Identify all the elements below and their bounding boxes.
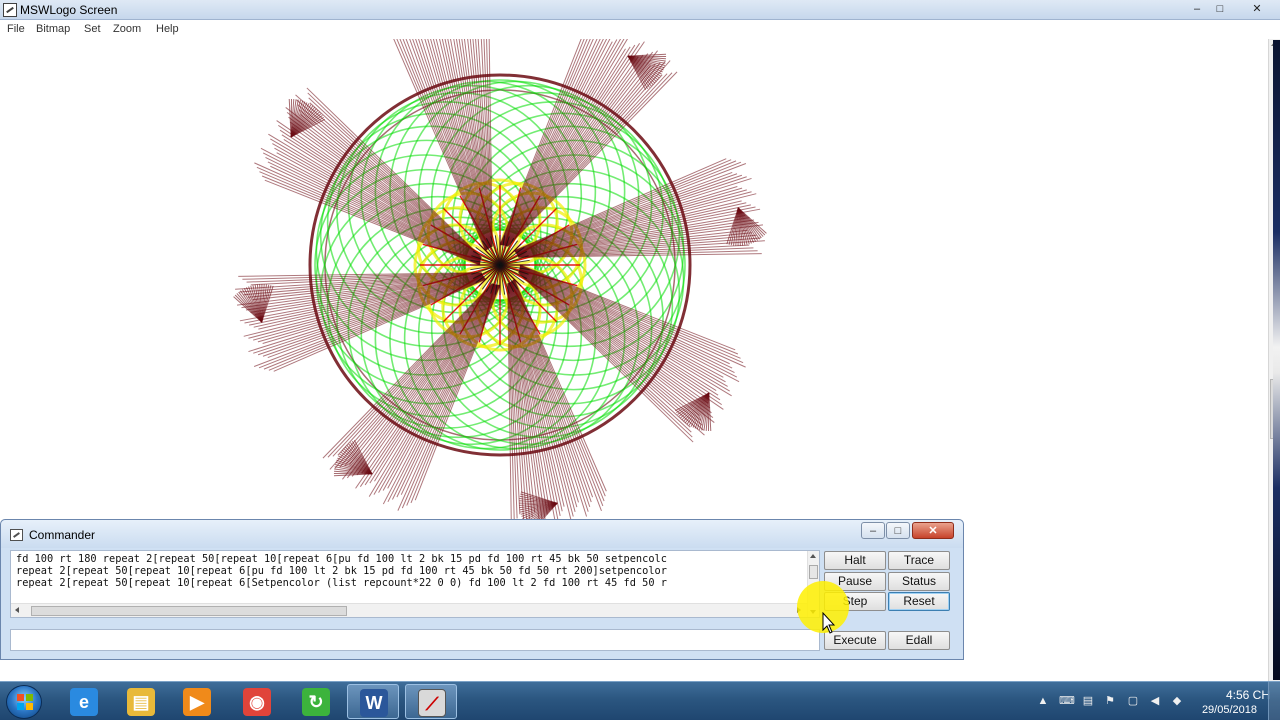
- scroll-thumb[interactable]: [31, 606, 347, 616]
- command-history-list[interactable]: fd 100 rt 180 repeat 2[repeat 50[repeat …: [10, 550, 820, 618]
- internet-explorer-icon: e: [70, 688, 98, 716]
- history-line[interactable]: repeat 2[repeat 50[repeat 10[repeat 6[pu…: [16, 565, 667, 577]
- commander-minimize-button[interactable]: –: [861, 522, 885, 539]
- turtle-stroke: [518, 270, 702, 421]
- scroll-up-arrow-icon[interactable]: [810, 554, 816, 558]
- history-line[interactable]: fd 100 rt 180 repeat 2[repeat 50[repeat …: [16, 553, 667, 565]
- close-button[interactable]: ✕: [1246, 1, 1268, 17]
- commander-titlebar: Commander – □ ✕: [1, 520, 963, 548]
- taskbar-green-app-button[interactable]: ↻: [290, 684, 342, 719]
- spirograph-drawing: [233, 39, 767, 532]
- taskbar: e ▤ ▶ ◉ ↻ W ⟋ ▲ ⌨ ▤ ⚑ ▢ ◀ ◆ 4:56 CH 29/05/2018: [0, 681, 1280, 720]
- menu-bitmap[interactable]: Bitmap: [36, 23, 70, 35]
- green-app-icon: ↻: [302, 688, 330, 716]
- clock-time[interactable]: 4:56 CH: [1190, 688, 1270, 702]
- turtle-stroke: [344, 283, 495, 467]
- volume-icon[interactable]: ◀: [1148, 694, 1162, 708]
- menubar: File Bitmap Set Zoom Help: [0, 20, 1280, 39]
- command-input[interactable]: [10, 629, 820, 651]
- windows-logo-icon: [17, 694, 33, 710]
- minimize-button[interactable]: –: [1186, 1, 1208, 17]
- halt-button[interactable]: Halt: [824, 551, 886, 570]
- taskbar-internet-explorer-button[interactable]: e: [58, 684, 110, 719]
- taskbar-file-explorer-button[interactable]: ▤: [115, 684, 167, 719]
- scroll-left-arrow-icon[interactable]: [15, 607, 19, 613]
- commander-title: Commander: [29, 528, 96, 542]
- commander-maximize-button[interactable]: □: [886, 522, 910, 539]
- taskbar-media-player-button[interactable]: ▶: [171, 684, 223, 719]
- notes-icon[interactable]: ▤: [1081, 694, 1095, 708]
- show-desktop-button[interactable]: [1268, 682, 1280, 720]
- menu-help[interactable]: Help: [156, 23, 179, 35]
- history-line[interactable]: repeat 2[repeat 50[repeat 10[repeat 6[Se…: [16, 577, 667, 589]
- screen: MSWLogo Screen – □ ✕ File Bitmap Set Zoo…: [0, 0, 1280, 720]
- scroll-thumb[interactable]: [809, 565, 818, 579]
- edall-button[interactable]: Edall: [888, 631, 950, 650]
- taskbar-word-button[interactable]: W: [347, 684, 399, 719]
- menu-zoom[interactable]: Zoom: [113, 23, 141, 35]
- turtle-stroke: [298, 109, 482, 260]
- network-icon[interactable]: ▲: [1036, 694, 1050, 708]
- start-button[interactable]: [6, 685, 42, 719]
- window-title: MSWLogo Screen: [20, 3, 118, 17]
- file-explorer-icon: ▤: [127, 688, 155, 716]
- clock-date[interactable]: 29/05/2018: [1180, 704, 1257, 716]
- media-player-icon: ▶: [183, 688, 211, 716]
- status-button[interactable]: Status: [888, 572, 950, 591]
- trace-button[interactable]: Trace: [888, 551, 950, 570]
- maximize-button[interactable]: □: [1209, 1, 1231, 17]
- window-titlebar: MSWLogo Screen – □ ✕: [0, 0, 1280, 20]
- mswlogo-icon: ⟋: [418, 689, 446, 717]
- commander-app-icon: [10, 529, 23, 541]
- turtle-stroke: [505, 63, 656, 247]
- mouse-cursor-icon: [822, 612, 836, 634]
- taskbar-chrome-button[interactable]: ◉: [231, 684, 283, 719]
- keyboard-icon[interactable]: ⌨: [1059, 694, 1075, 708]
- flag-icon[interactable]: ⚑: [1103, 694, 1117, 708]
- taskbar-mswlogo-button[interactable]: ⟋: [405, 684, 457, 719]
- commander-close-button[interactable]: ✕: [912, 522, 954, 539]
- history-horizontal-scrollbar[interactable]: [11, 603, 807, 617]
- monitor-icon[interactable]: ▢: [1126, 694, 1140, 708]
- menu-file[interactable]: File: [7, 23, 25, 35]
- menu-set[interactable]: Set: [84, 23, 101, 35]
- reset-button[interactable]: Reset: [888, 592, 950, 611]
- desktop-background-strip: [1273, 40, 1280, 680]
- word-icon: W: [360, 689, 388, 717]
- chrome-icon: ◉: [243, 688, 271, 716]
- mswlogo-app-icon: [3, 3, 17, 17]
